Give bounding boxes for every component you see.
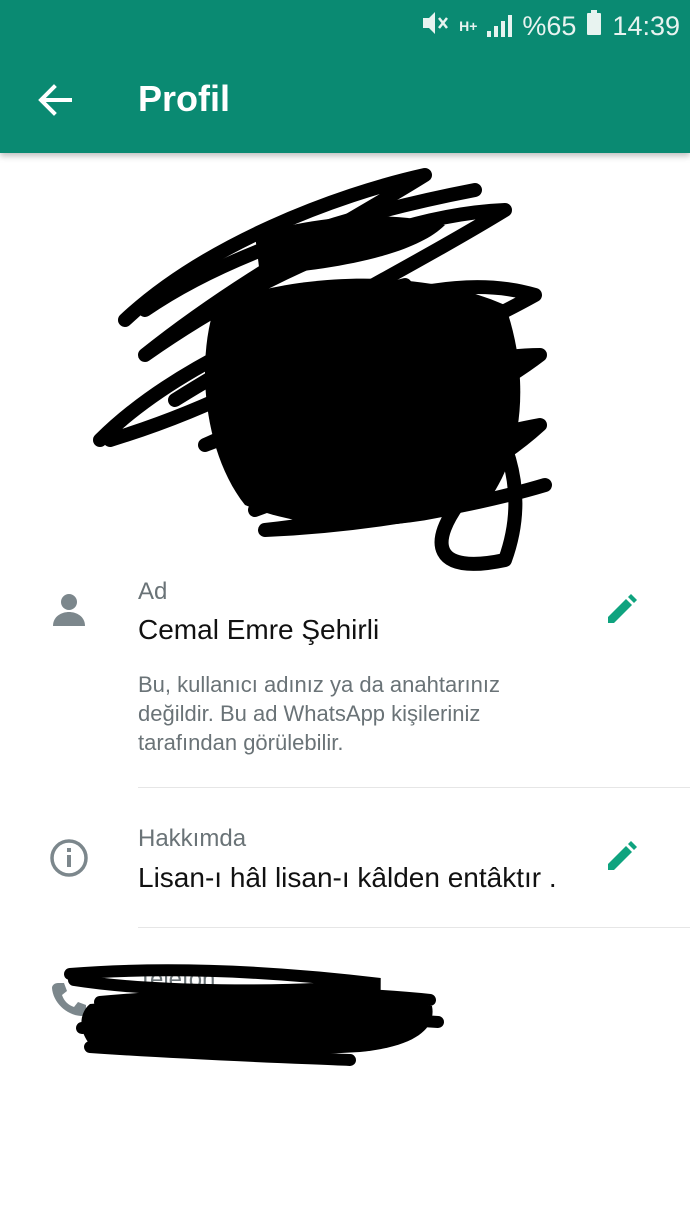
info-icon xyxy=(48,837,90,884)
network-icon: H+ xyxy=(459,18,478,34)
status-time: 14:39 xyxy=(612,10,680,41)
mute-icon xyxy=(421,10,449,43)
name-value: Cemal Emre Şehirli xyxy=(138,614,380,645)
page-title: Profil xyxy=(138,78,231,119)
signal-icon xyxy=(487,15,513,37)
status-bar: H+ %65 14:39 xyxy=(421,8,680,44)
phone-number-redaction xyxy=(60,962,450,1072)
battery-percent: %65 xyxy=(522,10,577,41)
edit-icon xyxy=(608,594,637,623)
name-label: Ad xyxy=(138,578,168,605)
divider xyxy=(138,787,690,788)
about-label: Hakkımda xyxy=(138,825,247,852)
edit-name-button[interactable] xyxy=(604,593,638,627)
name-hint: Bu, kullanıcı adınız ya da anahtarınız d… xyxy=(138,672,501,755)
battery-icon xyxy=(586,9,602,43)
back-arrow-icon[interactable] xyxy=(34,80,74,120)
profile-photo[interactable] xyxy=(85,155,555,575)
app-bar: H+ %65 14:39 Profil xyxy=(0,0,690,153)
about-value: Lisan-ı hâl lisan-ı kâlden entâktır . xyxy=(138,862,557,893)
divider xyxy=(138,927,690,928)
edit-about-button[interactable] xyxy=(604,840,638,874)
person-icon xyxy=(50,590,88,633)
edit-icon xyxy=(608,841,637,870)
